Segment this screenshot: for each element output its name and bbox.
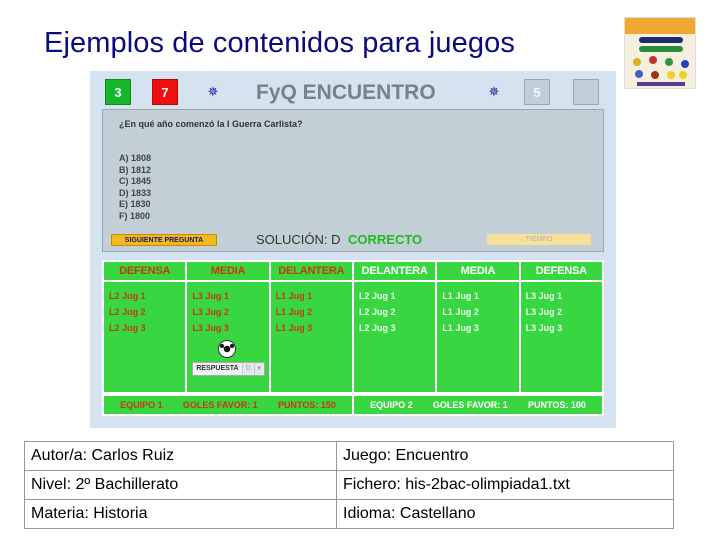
score-bar: EQUIPO 1 GOLES FAVOR: 1 PUNTOS: 150 EQUI… — [104, 396, 602, 414]
slide-title: Ejemplos de contenidos para juegos — [44, 27, 515, 59]
field-column-team2-delantera: DELANTERA L2 Jug 1 L2 Jug 2 L2 Jug 3 — [353, 262, 436, 392]
subject-cell: Materia: Historia — [24, 499, 337, 529]
info-table: Autor/a: Carlos Ruiz Juego: Encuentro Ni… — [24, 441, 674, 529]
molecule-icon — [649, 56, 657, 64]
team2-counter: 7 — [152, 79, 178, 105]
team1-score: EQUIPO 1 GOLES FAVOR: 1 PUNTOS: 150 — [104, 396, 352, 414]
table-row: Nivel: 2º Bachillerato Fichero: his-2bac… — [24, 470, 674, 500]
answer-select[interactable]: RESPUESTA D ▼ — [192, 362, 265, 376]
table-row: Materia: Historia Idioma: Castellano — [24, 499, 674, 529]
field-column-team1-media: MEDIA L3 Jug 1 L3 Jug 2 L3 Jug 3 RESPUES… — [187, 262, 269, 392]
player-label: L1 Jug 3 — [275, 323, 313, 333]
team-name: EQUIPO 2 — [370, 400, 413, 410]
field-column-team2-defensa: DEFENSA L3 Jug 1 L3 Jug 2 L3 Jug 3 — [520, 262, 602, 392]
column-body: L2 Jug 1 L2 Jug 2 L2 Jug 3 — [104, 282, 186, 392]
column-header: MEDIA — [437, 262, 519, 280]
player-label: L1 Jug 3 — [442, 323, 479, 333]
solution-label: SOLUCIÓN: D — [256, 232, 341, 247]
field-column-team2-media: MEDIA L1 Jug 1 L1 Jug 2 L1 Jug 3 — [437, 262, 519, 392]
column-body: L3 Jug 1 L3 Jug 2 L3 Jug 3 RESPUESTA D ▼ — [187, 282, 269, 392]
team1-counter: 3 — [105, 79, 131, 105]
player-label: L2 Jug 3 — [109, 323, 146, 333]
player-label: L3 Jug 1 — [525, 291, 563, 301]
molecule-icon — [679, 71, 687, 79]
thumbnail-header-band — [625, 18, 695, 34]
molecule-icon — [665, 58, 673, 66]
answer-select-value[interactable]: D — [241, 363, 254, 375]
thumbnail-pill — [639, 46, 683, 52]
player-label: L3 Jug 2 — [192, 307, 229, 317]
column-header: DEFENSA — [520, 262, 602, 280]
bug-icon: ✵ — [207, 84, 219, 99]
question-panel: ¿En qué año comenzó la I Guerra Carlista… — [102, 109, 604, 252]
game-screenshot: 3 7 ✵ FyQ ENCUENTRO ✵ 5 ¿En qué año come… — [90, 71, 616, 428]
points: PUNTOS: 150 — [277, 400, 336, 410]
answer-option: D) 1833 — [119, 187, 152, 198]
column-body: L2 Jug 1 L2 Jug 2 L2 Jug 3 — [353, 282, 436, 392]
result-status: CORRECTO — [348, 232, 423, 247]
soccer-ball-icon — [218, 340, 237, 358]
question-counter: 5 — [524, 79, 550, 105]
column-body: L1 Jug 1 L1 Jug 2 L1 Jug 3 — [270, 282, 352, 392]
thumbnail-footer-band — [637, 82, 685, 86]
goals-for: GOLES FAVOR: 1 — [432, 400, 508, 410]
player-label: L2 Jug 2 — [358, 307, 396, 317]
answer-option: F) 1800 — [119, 210, 151, 221]
team2-score: EQUIPO 2 GOLES FAVOR: 1 PUNTOS: 100 — [354, 396, 602, 414]
chevron-down-icon[interactable]: ▼ — [253, 363, 264, 375]
field-column-team1-defensa: DEFENSA L2 Jug 1 L2 Jug 2 L2 Jug 3 — [104, 262, 186, 392]
goals-for: GOLES FAVOR: 1 — [182, 400, 258, 410]
player-label: L2 Jug 1 — [109, 291, 146, 301]
table-row: Autor/a: Carlos Ruiz Juego: Encuentro — [24, 441, 674, 471]
column-header: DELANTERA — [353, 262, 436, 280]
author-cell: Autor/a: Carlos Ruiz — [24, 441, 337, 471]
level-cell: Nivel: 2º Bachillerato — [24, 470, 337, 500]
game-title: FyQ ENCUENTRO — [256, 81, 436, 104]
player-label: L1 Jug 1 — [275, 291, 313, 301]
column-body: L1 Jug 1 L1 Jug 2 L1 Jug 3 — [437, 282, 519, 392]
language-cell: Idioma: Castellano — [336, 499, 674, 529]
player-label: L1 Jug 2 — [275, 307, 313, 317]
answer-option: C) 1845 — [119, 176, 152, 186]
answer-options: A) 1808 B) 1812 C) 1845 D) 1833 E) 1830 … — [119, 153, 151, 222]
player-label: L3 Jug 3 — [192, 323, 229, 333]
bug-icon: ✵ — [488, 84, 500, 99]
molecule-icon — [635, 70, 643, 78]
points: PUNTOS: 100 — [527, 400, 586, 410]
game-cell: Juego: Encuentro — [336, 441, 674, 471]
molecule-icon — [633, 58, 641, 66]
soccer-field: DEFENSA L2 Jug 1 L2 Jug 2 L2 Jug 3 MEDIA… — [102, 260, 604, 416]
question-text: ¿En qué año comenzó la I Guerra Carlista… — [119, 119, 303, 129]
player-label: L2 Jug 3 — [358, 323, 396, 333]
answer-option: A) 1808 — [119, 153, 152, 163]
column-body: L3 Jug 1 L3 Jug 2 L3 Jug 3 — [520, 282, 602, 392]
field-column-team1-delantera: DELANTERA L1 Jug 1 L1 Jug 2 L1 Jug 3 — [270, 262, 352, 392]
player-label: L1 Jug 1 — [442, 291, 479, 301]
empty-counter — [573, 79, 599, 105]
player-label: L2 Jug 1 — [358, 291, 396, 301]
player-label: L3 Jug 3 — [525, 323, 563, 333]
player-label: L3 Jug 1 — [192, 291, 229, 301]
file-cell: Fichero: his-2bac-olimpiada1.txt — [336, 470, 674, 500]
time-button[interactable]: TIEMPO — [487, 234, 591, 245]
cover-thumbnail-image — [624, 17, 696, 89]
answer-option: B) 1812 — [119, 164, 152, 175]
molecule-icon — [667, 71, 675, 79]
molecule-icon — [681, 60, 689, 68]
column-header: DELANTERA — [270, 262, 352, 280]
answer-select-label: RESPUESTA — [193, 363, 242, 375]
thumbnail-pill — [639, 37, 683, 43]
team-name: EQUIPO 1 — [120, 400, 163, 410]
column-header: DEFENSA — [104, 262, 186, 280]
next-question-button[interactable]: SIGUIENTE PREGUNTA — [111, 234, 217, 246]
column-header: MEDIA — [187, 262, 269, 280]
player-label: L3 Jug 2 — [525, 307, 563, 317]
player-label: L1 Jug 2 — [442, 307, 479, 317]
player-label: L2 Jug 2 — [109, 307, 146, 317]
molecule-icon — [651, 71, 659, 79]
answer-option: E) 1830 — [119, 199, 151, 209]
